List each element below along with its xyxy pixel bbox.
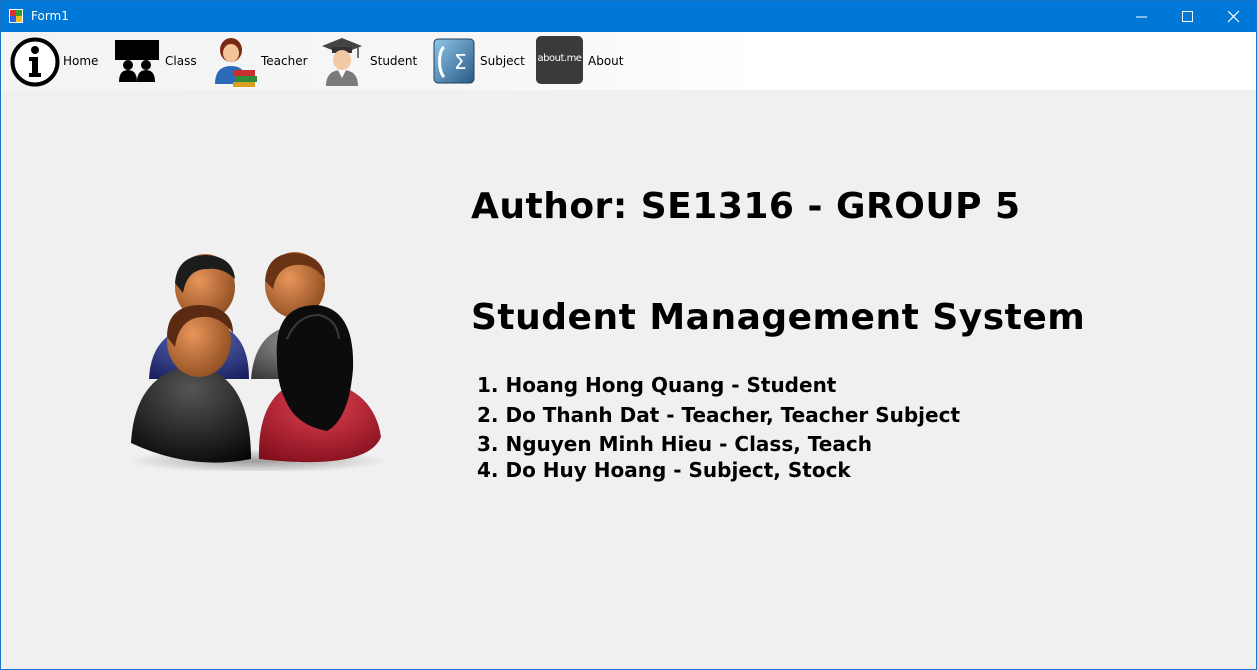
menu-label-subject: Subject [480, 54, 525, 68]
member-item: 4. Do Huy Hoang - Subject, Stock [477, 458, 851, 482]
menu-label-class: Class [165, 54, 197, 68]
minimize-button[interactable] [1119, 1, 1165, 32]
info-icon [10, 37, 60, 87]
menu-item-teacher[interactable]: Teacher [206, 32, 311, 90]
svg-text:Σ: Σ [454, 50, 467, 74]
minimize-icon [1136, 16, 1147, 18]
author-heading: Author: SE1316 - GROUP 5 [471, 186, 1021, 227]
close-button[interactable] [1211, 1, 1257, 32]
close-icon [1228, 11, 1240, 23]
maximize-icon [1182, 11, 1193, 22]
menu-item-about[interactable]: about.me About [534, 32, 629, 90]
about-me-icon: about.me [536, 36, 583, 84]
menu-item-subject[interactable]: Σ Subject [427, 32, 527, 90]
menu-strip: Home Class Teacher Student Σ Subject abo… [1, 32, 1256, 90]
menu-label-about: About [588, 54, 624, 68]
menu-label-teacher: Teacher [261, 54, 308, 68]
member-item: 1. Hoang Hong Quang - Student [477, 373, 837, 397]
main-window: Form1 Home Class Teacher Student Σ Subje… [0, 0, 1257, 670]
teacher-icon [215, 38, 257, 87]
people-group-icon [127, 252, 387, 471]
menu-label-student: Student [370, 54, 418, 68]
system-title: Student Management System [471, 297, 1086, 338]
title-bar[interactable]: Form1 [1, 1, 1256, 32]
menu-item-home[interactable]: Home [7, 32, 101, 90]
student-icon [322, 38, 362, 86]
member-item: 2. Do Thanh Dat - Teacher, Teacher Subje… [477, 403, 960, 427]
menu-label-home: Home [63, 54, 99, 68]
menu-item-student[interactable]: Student [317, 32, 417, 90]
window-title: Form1 [31, 9, 69, 23]
about-me-icon-text: about.me [537, 53, 582, 64]
app-icon [9, 9, 23, 23]
member-item: 3. Nguyen Minh Hieu - Class, Teach [477, 432, 872, 456]
menu-item-class[interactable]: Class [111, 32, 201, 90]
maximize-button[interactable] [1165, 1, 1211, 32]
subject-icon: Σ [433, 38, 475, 84]
class-icon [115, 40, 159, 82]
